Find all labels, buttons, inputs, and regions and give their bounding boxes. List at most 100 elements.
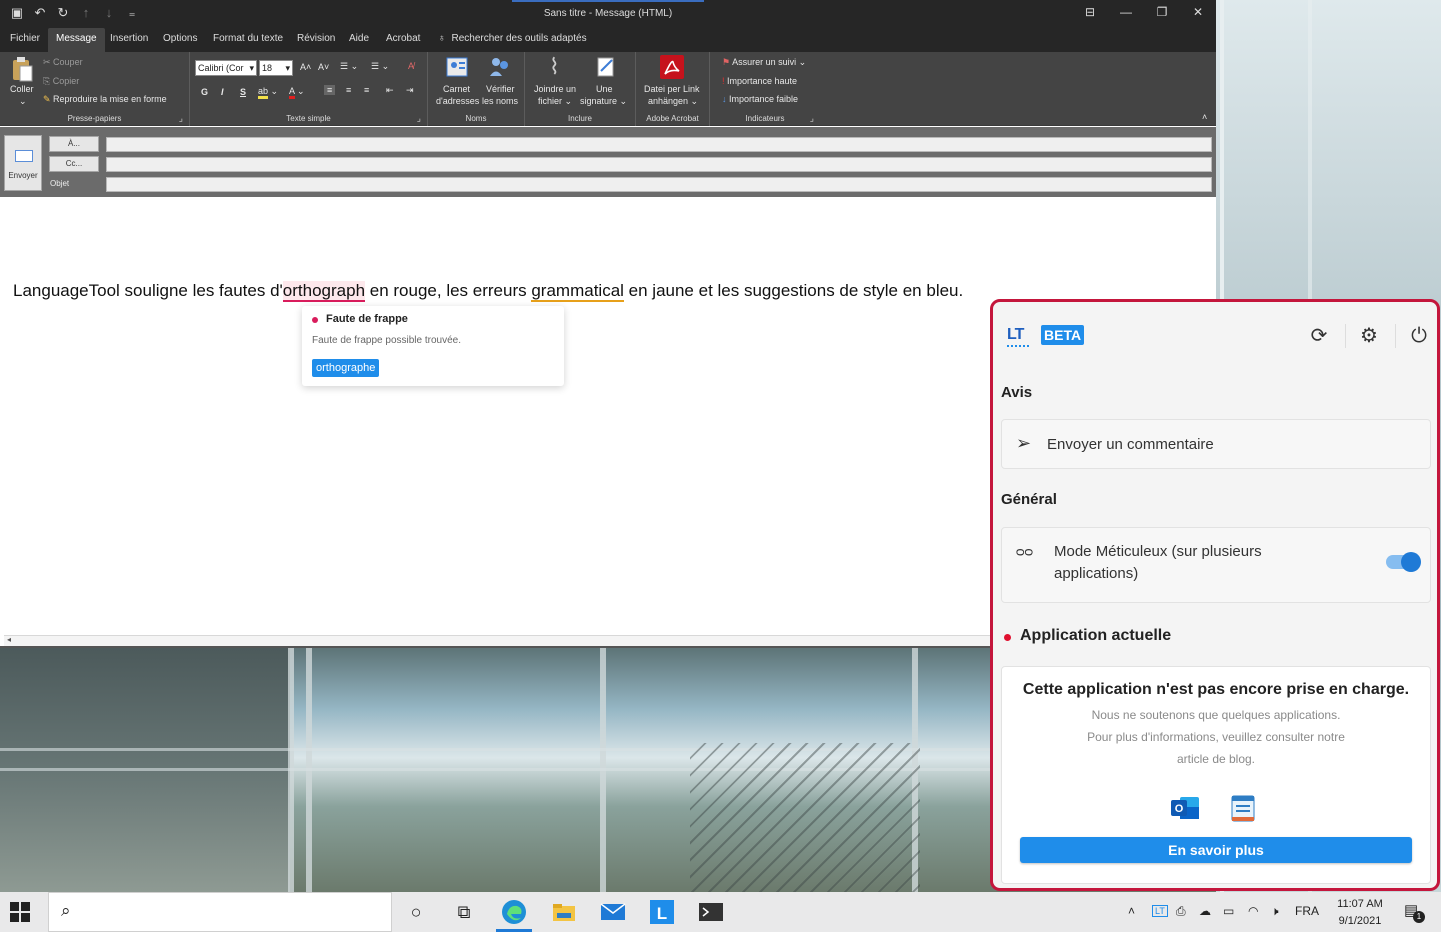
spelling-error[interactable]: orthograph [282, 281, 366, 302]
power-icon[interactable]: ⏻ [1407, 324, 1431, 348]
cut-button[interactable]: ✂ Couper [43, 57, 83, 68]
wifi-icon[interactable]: ◠ [1248, 904, 1258, 918]
file-explorer-icon[interactable] [550, 898, 578, 926]
highlight-icon[interactable]: ab ⌄ [258, 86, 278, 99]
send-feedback-button[interactable]: ➢ Envoyer un commentaire [1001, 419, 1431, 469]
tab-fichier[interactable]: Fichier [2, 28, 48, 52]
system-clock[interactable]: 11:07 AM 9/1/2021 [1330, 896, 1390, 930]
bold-button[interactable]: G [201, 87, 208, 97]
signature-label-1[interactable]: Une [596, 84, 613, 94]
to-button[interactable]: À... [49, 136, 99, 152]
battery-icon[interactable]: ▭ [1223, 904, 1234, 918]
start-button[interactable] [10, 902, 30, 922]
edge-icon[interactable] [500, 898, 528, 926]
signature-icon[interactable] [595, 56, 617, 78]
cc-field[interactable] [106, 157, 1212, 172]
low-importance-button[interactable]: ↓ Importance faible [722, 94, 798, 104]
attach-file-label-2[interactable]: fichier ⌄ [538, 96, 572, 107]
maximize-icon[interactable]: ❐ [1144, 0, 1180, 26]
grammar-error[interactable]: grammatical [531, 281, 624, 302]
clear-formatting-icon[interactable]: A̸ [408, 61, 414, 71]
decrease-indent-icon[interactable]: ⇤ [386, 85, 394, 96]
subject-field[interactable] [106, 177, 1212, 192]
learn-more-button[interactable]: En savoir plus [1020, 837, 1412, 863]
cortana-icon[interactable]: ○ [402, 898, 430, 926]
tab-acrobat[interactable]: Acrobat [378, 28, 428, 52]
follow-up-label: Assurer un suivi [732, 57, 797, 67]
svg-text:O: O [1175, 803, 1184, 815]
follow-up-button[interactable]: ⚑ Assurer un suivi ⌄ [722, 57, 806, 68]
languagetool-icon[interactable]: L [648, 898, 676, 926]
lt-tray-icon[interactable]: LT [1152, 905, 1168, 917]
dialog-launcher-icon[interactable]: ⌟ [417, 113, 421, 124]
paste-dropdown-icon[interactable]: ⌄ [19, 96, 27, 107]
align-left-icon[interactable]: ≡ [324, 85, 336, 95]
acrobat-icon[interactable] [660, 55, 684, 79]
shrink-font-icon[interactable]: A˅ [318, 62, 329, 72]
attach-file-label-1[interactable]: Joindre un [534, 84, 576, 94]
underline-button[interactable]: S [240, 87, 246, 97]
input-language[interactable]: FRA [1295, 904, 1319, 918]
blog-article-link[interactable]: article de blog. [1002, 752, 1430, 766]
close-icon[interactable]: ✕ [1180, 0, 1216, 26]
send-button[interactable]: Envoyer [4, 135, 42, 191]
onedrive-icon[interactable]: ☁ [1199, 904, 1211, 918]
mail-icon[interactable] [599, 898, 627, 926]
align-center-icon[interactable]: ≡ [346, 85, 351, 95]
acrobat-link-label-2[interactable]: anhängen ⌄ [648, 96, 698, 107]
paste-icon[interactable] [11, 56, 33, 82]
check-names-label-2[interactable]: les noms [482, 96, 518, 106]
tab-message[interactable]: Message [48, 28, 105, 52]
font-name-select[interactable]: Calibri (Cor ▾ [195, 60, 257, 76]
picky-mode-label-2: applications) [1054, 565, 1139, 582]
meet-icon[interactable]: ⎙ [1176, 904, 1186, 919]
title-bar: ▣ ↶ ↻ ↑ ↓ ₌ Sans titre - Message (HTML) … [0, 0, 1216, 28]
copy-button[interactable]: ⎘ Copier [43, 76, 79, 87]
font-size-select[interactable]: 18 ▾ [259, 60, 293, 76]
suggestion-button[interactable]: orthographe [312, 359, 380, 377]
tell-me-search[interactable]: ♁ Rechercher des outils adaptés [438, 28, 587, 52]
format-painter-button[interactable]: ✎ Reproduire la mise en forme [43, 94, 167, 105]
signature-label-2[interactable]: signature ⌄ [580, 96, 627, 107]
volume-mute-icon[interactable]: 🕨 [1271, 904, 1279, 919]
picky-mode-toggle[interactable] [1386, 552, 1421, 572]
cc-button[interactable]: Cc... [49, 156, 99, 172]
acrobat-link-label-1[interactable]: Datei per Link [644, 84, 700, 94]
tab-revision[interactable]: Révision [289, 28, 343, 52]
bullets-icon[interactable]: ☰ ⌄ [340, 61, 358, 72]
collapse-ribbon-icon[interactable]: ˄ [1202, 112, 1207, 122]
align-right-icon[interactable]: ≡ [364, 85, 369, 95]
scroll-left-icon[interactable]: ◂ [7, 635, 11, 644]
message-text[interactable]: LanguageTool souligne les fautes d'ortho… [13, 281, 963, 302]
tab-insertion[interactable]: Insertion [102, 28, 156, 52]
increase-indent-icon[interactable]: ⇥ [406, 85, 414, 96]
italic-button[interactable]: I [221, 87, 224, 97]
ribbon-display-icon[interactable]: ⊟ [1072, 0, 1108, 26]
font-color-icon[interactable]: A ⌄ [289, 86, 305, 99]
refresh-icon[interactable]: ⟳ [1307, 324, 1331, 348]
tab-options[interactable]: Options [155, 28, 205, 52]
dialog-launcher-icon[interactable]: ⌟ [810, 113, 814, 124]
numbering-icon[interactable]: ☰ ⌄ [371, 61, 389, 72]
chevron-up-icon[interactable]: ˄ [1128, 904, 1135, 918]
taskbar-search[interactable]: ⌕ [48, 892, 392, 932]
check-names-label-1[interactable]: Vérifier [486, 84, 515, 94]
dialog-launcher-icon[interactable]: ⌟ [179, 113, 183, 124]
settings-icon[interactable]: ⚙ [1357, 324, 1381, 348]
terminal-icon[interactable] [697, 898, 725, 926]
tab-format-du-texte[interactable]: Format du texte [205, 28, 291, 52]
high-importance-button[interactable]: ! Importance haute [722, 76, 797, 86]
address-book-label-1[interactable]: Carnet [443, 84, 470, 94]
to-field[interactable] [106, 137, 1212, 152]
tab-aide[interactable]: Aide [341, 28, 377, 52]
paperclip-icon[interactable]: ⌇ [549, 54, 560, 80]
chevron-down-icon: ▾ [285, 63, 290, 73]
address-book-label-2[interactable]: d'adresses [436, 96, 479, 106]
minimize-icon[interactable]: — [1108, 0, 1144, 26]
task-view-icon[interactable]: ⧉ [450, 898, 478, 926]
grow-font-icon[interactable]: A˄ [300, 62, 311, 72]
panel-header: LT BETA ⟳ ⚙ ⏻ [993, 302, 1437, 368]
address-book-icon[interactable] [446, 56, 468, 78]
paste-button[interactable]: Coller [10, 84, 34, 94]
check-names-icon[interactable] [488, 56, 512, 78]
